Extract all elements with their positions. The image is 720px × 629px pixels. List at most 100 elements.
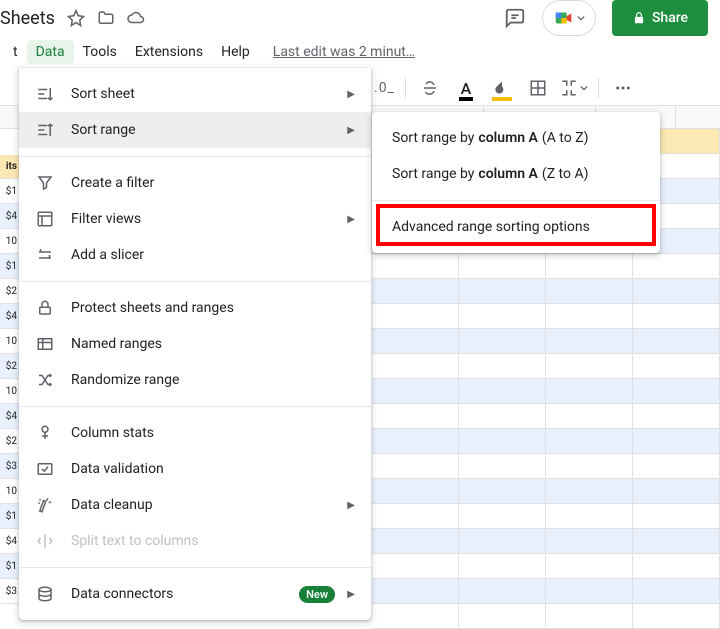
borders-button[interactable] [524, 74, 552, 102]
sort-range-item[interactable]: Sort range▶ [19, 112, 371, 148]
menu-extensions[interactable]: Extensions [126, 40, 212, 64]
cell[interactable] [459, 329, 546, 354]
cell[interactable] [372, 354, 459, 379]
cell[interactable] [459, 279, 546, 304]
text-color-button[interactable]: A [452, 74, 480, 102]
cell[interactable] [546, 604, 633, 629]
cell[interactable] [633, 404, 720, 429]
cell[interactable] [633, 579, 720, 604]
cell[interactable] [372, 554, 459, 579]
named-ranges-item[interactable]: Named ranges [19, 326, 371, 362]
move-icon[interactable] [97, 9, 115, 27]
cell[interactable] [546, 329, 633, 354]
cell[interactable] [459, 504, 546, 529]
menu-help[interactable]: Help [212, 40, 259, 64]
cell[interactable] [459, 479, 546, 504]
add-a-slicer-item[interactable]: Add a slicer [19, 237, 371, 273]
meet-button[interactable] [542, 0, 596, 36]
cell[interactable] [459, 554, 546, 579]
cell[interactable] [372, 529, 459, 554]
cell[interactable] [546, 479, 633, 504]
cell[interactable] [546, 354, 633, 379]
cell[interactable] [633, 329, 720, 354]
cell[interactable] [459, 429, 546, 454]
cell[interactable] [546, 254, 633, 279]
create-a-filter-item[interactable]: Create a filter [19, 165, 371, 201]
sort-range-a-to-z[interactable]: Sort range by column A (A to Z) [372, 120, 660, 156]
cell[interactable] [459, 304, 546, 329]
cell[interactable] [459, 604, 546, 629]
cell[interactable] [546, 504, 633, 529]
cell[interactable] [633, 479, 720, 504]
more-toolbar-button[interactable] [609, 74, 637, 102]
sort-range-z-to-a[interactable]: Sort range by column A (Z to A) [372, 156, 660, 192]
cell[interactable] [459, 379, 546, 404]
cell[interactable] [546, 404, 633, 429]
cell[interactable] [459, 529, 546, 554]
cell[interactable] [633, 354, 720, 379]
protect-sheets-and-ranges-item[interactable]: Protect sheets and ranges [19, 290, 371, 326]
menu-format-partial[interactable]: t [4, 40, 27, 64]
comments-icon[interactable] [504, 7, 526, 29]
cell[interactable] [372, 604, 459, 629]
cell[interactable] [546, 554, 633, 579]
sort-sheet-item[interactable]: Sort sheet▶ [19, 76, 371, 112]
cell[interactable] [459, 254, 546, 279]
cell[interactable] [372, 329, 459, 354]
cell[interactable] [633, 454, 720, 479]
menu-item-label: Data cleanup [71, 497, 153, 513]
menu-item-label: Add a slicer [71, 247, 144, 263]
randomize-range-item[interactable]: Randomize range [19, 362, 371, 398]
data-connectors-item[interactable]: Data connectorsNew▶ [19, 576, 371, 612]
cell[interactable] [546, 579, 633, 604]
cell[interactable] [372, 279, 459, 304]
last-edit-link[interactable]: Last edit was 2 minut… [273, 44, 415, 60]
cell[interactable] [633, 504, 720, 529]
cell[interactable] [372, 579, 459, 604]
cell[interactable] [546, 279, 633, 304]
cell[interactable] [372, 429, 459, 454]
data-validation-item[interactable]: Data validation [19, 451, 371, 487]
fill-color-button[interactable] [488, 74, 516, 102]
cell[interactable] [546, 379, 633, 404]
cell[interactable] [633, 379, 720, 404]
cell[interactable] [546, 304, 633, 329]
share-button[interactable]: Share [612, 0, 708, 36]
cell[interactable] [633, 529, 720, 554]
cell[interactable] [633, 554, 720, 579]
data-connectors-icon [35, 584, 55, 604]
doc-title[interactable]: Sheets [0, 8, 55, 29]
cell[interactable] [459, 354, 546, 379]
cell[interactable] [372, 304, 459, 329]
cell[interactable] [546, 454, 633, 479]
cell[interactable] [633, 429, 720, 454]
column-stats-item[interactable]: Column stats [19, 415, 371, 451]
cell[interactable] [372, 454, 459, 479]
cell[interactable] [372, 379, 459, 404]
cell[interactable] [459, 579, 546, 604]
cell[interactable] [633, 254, 720, 279]
strikethrough-button[interactable] [416, 74, 444, 102]
merge-button[interactable] [560, 74, 588, 102]
cell-fragment: $1 [0, 179, 19, 204]
advanced-range-sorting[interactable]: Advanced range sorting options [372, 209, 660, 245]
cell[interactable] [459, 404, 546, 429]
cell[interactable] [372, 254, 459, 279]
menu-data[interactable]: Data [27, 40, 74, 64]
cell[interactable] [372, 504, 459, 529]
cell[interactable] [633, 304, 720, 329]
cell-fragment: 10 [0, 479, 19, 504]
data-cleanup-item[interactable]: Data cleanup▶ [19, 487, 371, 523]
cell[interactable] [633, 604, 720, 629]
cell[interactable] [459, 454, 546, 479]
cell[interactable] [372, 479, 459, 504]
cell[interactable] [546, 429, 633, 454]
cloud-status-icon[interactable] [127, 9, 145, 27]
filter-views-item[interactable]: Filter views▶ [19, 201, 371, 237]
cell[interactable] [633, 279, 720, 304]
star-icon[interactable] [67, 9, 85, 27]
cell[interactable] [546, 529, 633, 554]
cell[interactable] [372, 404, 459, 429]
number-format-partial[interactable]: .0_ [374, 80, 395, 96]
menu-tools[interactable]: Tools [74, 40, 126, 64]
